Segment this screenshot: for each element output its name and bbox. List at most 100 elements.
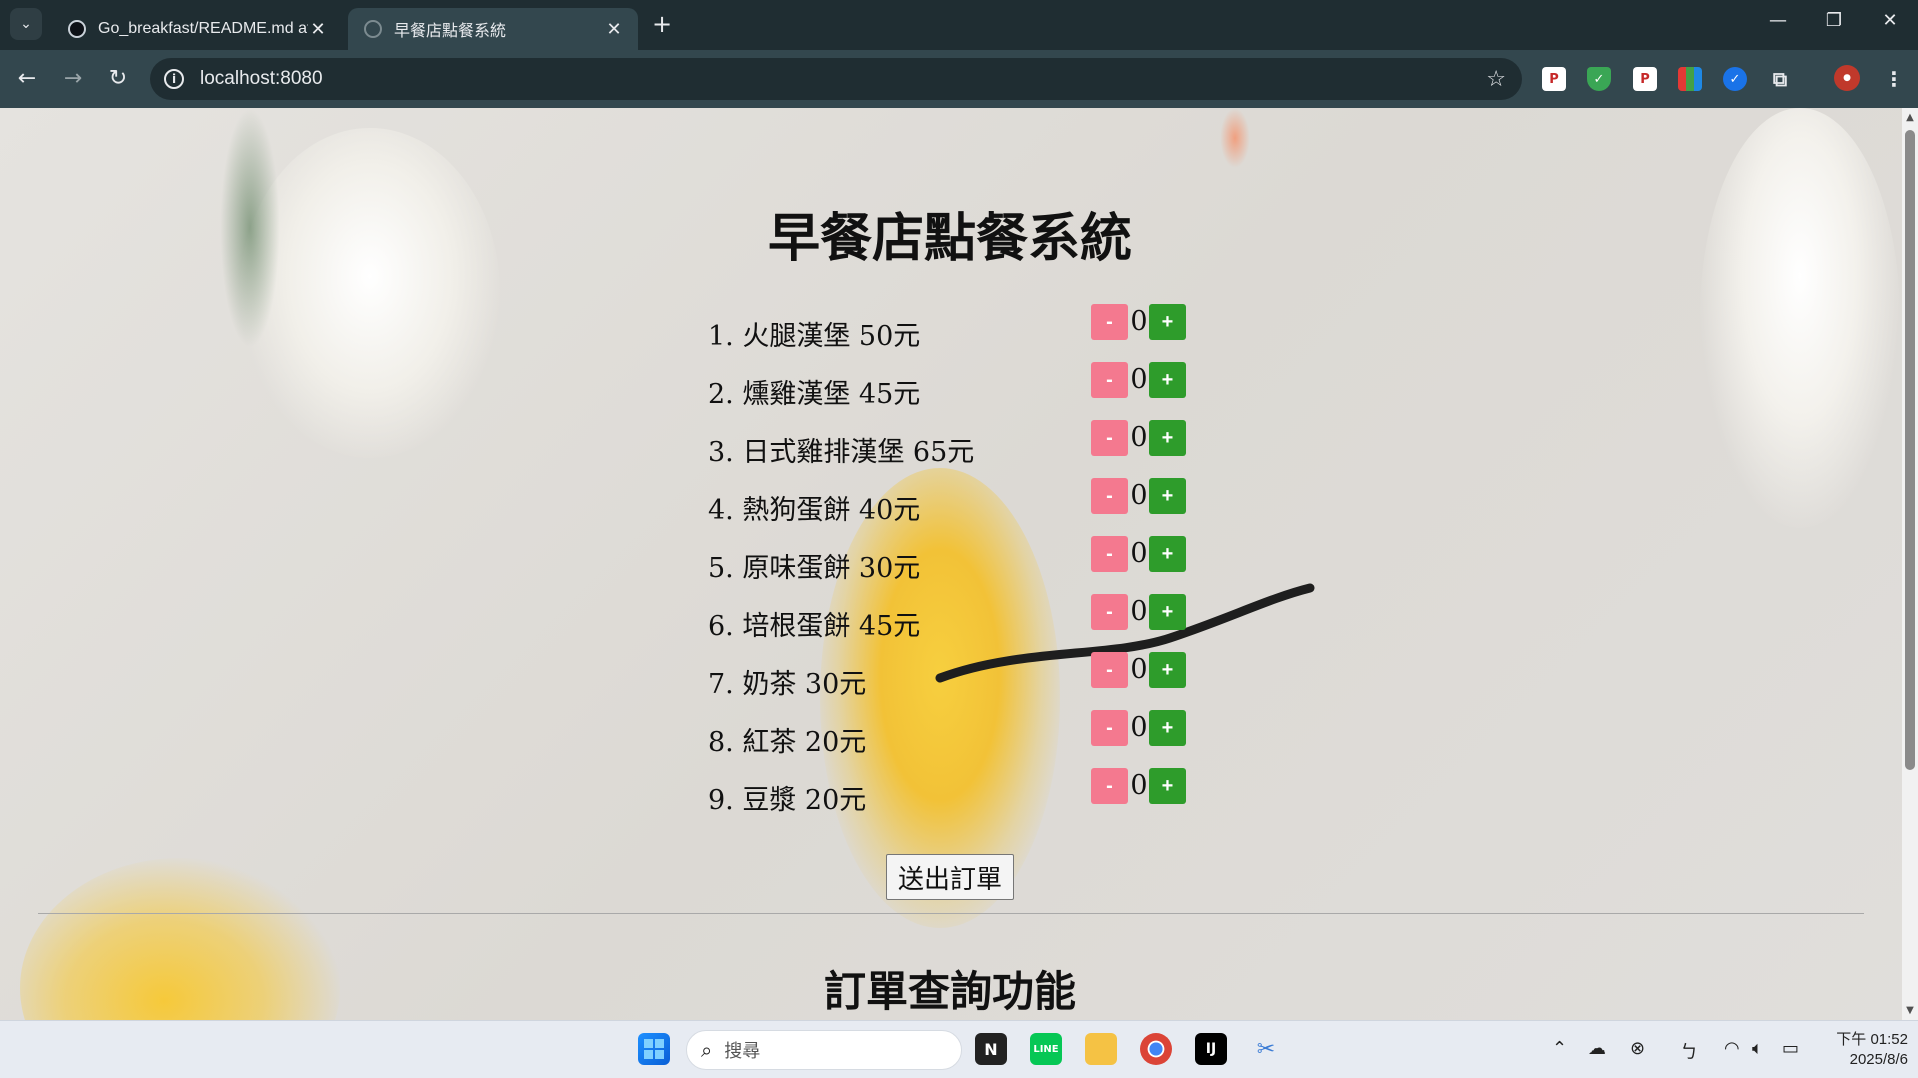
address-url: localhost:8080 [200, 68, 323, 89]
increase-button[interactable]: + [1149, 710, 1186, 746]
scrollbar[interactable]: ▲ ▼ [1902, 108, 1918, 1020]
scroll-up-icon[interactable]: ▲ [1904, 112, 1916, 123]
tab-github-readme[interactable]: Go_breakfast/README.md at ✕ [52, 8, 342, 50]
petal-decoration [1220, 108, 1250, 168]
extensions-icon[interactable]: ⧉ [1768, 67, 1792, 91]
tab-search-icon[interactable]: ⌄ [10, 8, 42, 40]
increase-button[interactable]: + [1149, 536, 1186, 572]
folder-icon[interactable] [1085, 1033, 1117, 1065]
quantity-value: 0 [1130, 480, 1148, 511]
intellij-icon[interactable]: IJ [1195, 1033, 1227, 1065]
line-icon[interactable]: LINE [1030, 1033, 1062, 1065]
volume-icon[interactable]: 🔈︎ [1752, 1038, 1763, 1059]
increase-button[interactable]: + [1149, 652, 1186, 688]
close-icon[interactable]: ✕ [604, 19, 624, 40]
increase-button[interactable]: + [1149, 594, 1186, 630]
menu-item-label: 3. 日式雞排漢堡 65元 [708, 437, 975, 468]
tab-title: 早餐店點餐系統 [394, 23, 507, 40]
tab-title: Go_breakfast/README.md at [98, 20, 308, 37]
taskbar-clock[interactable]: 下午 01:52 2025/8/6 [1818, 1030, 1908, 1070]
quantity-value: 0 [1130, 538, 1148, 569]
taskbar-search[interactable]: ⌕ 搜尋 [686, 1030, 962, 1070]
increase-button[interactable]: + [1149, 478, 1186, 514]
back-icon[interactable]: ← [12, 66, 42, 91]
scrollbar-thumb[interactable] [1905, 130, 1915, 770]
page-viewport: 早餐店點餐系統 1. 火腿漢堡 50元 - 0 + 2. 燻雞漢堡 45元 - … [0, 108, 1918, 1020]
menu-item-label: 9. 豆漿 20元 [708, 785, 867, 816]
menu-item: 9. 豆漿 20元 - 0 + [708, 768, 1208, 826]
decrease-button[interactable]: - [1091, 768, 1128, 804]
ext-color-icon[interactable] [1678, 67, 1702, 91]
close-icon[interactable]: ✕ [308, 19, 328, 40]
avatar[interactable]: ● [1834, 65, 1860, 91]
quantity-value: 0 [1130, 712, 1148, 743]
forward-icon[interactable]: → [58, 66, 88, 91]
taskbar-search-placeholder: 搜尋 [724, 1041, 761, 1062]
menu-item: 1. 火腿漢堡 50元 - 0 + [708, 304, 1208, 362]
increase-button[interactable]: + [1149, 420, 1186, 456]
menu-item-label: 1. 火腿漢堡 50元 [708, 321, 921, 352]
wifi-icon[interactable]: ◠ [1724, 1038, 1740, 1059]
tab-breakfast-system[interactable]: 早餐店點餐系統 ✕ [348, 8, 638, 50]
decrease-button[interactable]: - [1091, 536, 1128, 572]
ext-shield-icon[interactable]: ✓ [1587, 67, 1611, 91]
order-query-title: 訂單查詢功能 [823, 967, 1076, 1016]
clock-date: 2025/8/6 [1849, 1051, 1908, 1068]
x-circle-icon[interactable]: ⊗ [1630, 1038, 1645, 1059]
menu-item-label: 5. 原味蛋餅 30元 [708, 553, 921, 584]
menu-item-label: 7. 奶茶 30元 [708, 669, 867, 700]
decrease-button[interactable]: - [1091, 478, 1128, 514]
decrease-button[interactable]: - [1091, 652, 1128, 688]
windows-start-icon[interactable] [638, 1033, 670, 1065]
ext-pdf-icon[interactable]: P [1633, 67, 1657, 91]
submit-order-button[interactable]: 送出訂單 [886, 854, 1014, 900]
snipping-tool-icon[interactable]: ✂ [1250, 1033, 1282, 1065]
battery-icon[interactable]: ▭ [1782, 1038, 1799, 1059]
divider [38, 913, 1864, 914]
menu-item: 5. 原味蛋餅 30元 - 0 + [708, 536, 1208, 594]
github-icon [68, 20, 86, 38]
reload-icon[interactable]: ↻ [103, 66, 133, 91]
decrease-button[interactable]: - [1091, 420, 1128, 456]
globe-icon [364, 20, 382, 38]
quantity-value: 0 [1130, 422, 1148, 453]
quantity-value: 0 [1130, 306, 1148, 337]
ext-check-icon[interactable]: ✓ [1723, 67, 1747, 91]
ext-p-icon[interactable]: P [1542, 67, 1566, 91]
info-icon[interactable]: i [164, 69, 184, 89]
taskbar: ⌕ 搜尋 N LINE IJ ✂ ⌃ ☁ ⊗ ㄅ ◠ 🔈︎ ▭ 下午 01:52… [0, 1020, 1918, 1078]
notion-icon[interactable]: N [975, 1033, 1007, 1065]
decrease-button[interactable]: - [1091, 594, 1128, 630]
decrease-button[interactable]: - [1091, 304, 1128, 340]
menu-item-label: 8. 紅茶 20元 [708, 727, 867, 758]
increase-button[interactable]: + [1149, 362, 1186, 398]
new-tab-plus-icon[interactable]: + [652, 10, 672, 38]
cloud-icon[interactable]: ☁ [1588, 1038, 1606, 1059]
quantity-value: 0 [1130, 364, 1148, 395]
decrease-button[interactable]: - [1091, 362, 1128, 398]
menu-item: 7. 奶茶 30元 - 0 + [708, 652, 1208, 710]
restore-icon[interactable]: ❐ [1814, 10, 1854, 31]
increase-button[interactable]: + [1149, 304, 1186, 340]
tab-strip: ⌄ Go_breakfast/README.md at ✕ 早餐店點餐系統 ✕ … [0, 0, 1918, 50]
decrease-button[interactable]: - [1091, 710, 1128, 746]
increase-button[interactable]: + [1149, 768, 1186, 804]
menu-item-label: 2. 燻雞漢堡 45元 [708, 379, 921, 410]
chrome-icon[interactable] [1140, 1033, 1172, 1065]
white-flower-decoration [240, 128, 500, 458]
minimize-icon[interactable]: — [1758, 10, 1798, 31]
page-title: 早餐店點餐系統 [767, 209, 1132, 269]
quantity-value: 0 [1130, 770, 1148, 801]
menu-item-label: 6. 培根蛋餅 45元 [708, 611, 921, 642]
ime-icon[interactable]: ㄅ [1680, 1038, 1698, 1064]
chevron-up-icon[interactable]: ⌃ [1552, 1038, 1567, 1059]
menu-item: 8. 紅茶 20元 - 0 + [708, 710, 1208, 768]
window-close-icon[interactable]: ✕ [1870, 10, 1910, 31]
address-bar[interactable]: i localhost:8080 ☆ [150, 58, 1522, 100]
browser-toolbar: ← → ↻ i localhost:8080 ☆ P ✓ P ✓ ⧉ ⋮ [0, 50, 1918, 108]
scroll-down-icon[interactable]: ▼ [1904, 1005, 1916, 1016]
search-icon: ⌕ [701, 1038, 713, 1062]
menu-icon[interactable]: ⋮ [1882, 67, 1906, 91]
menu-item: 2. 燻雞漢堡 45元 - 0 + [708, 362, 1208, 420]
star-icon[interactable]: ☆ [1486, 67, 1506, 92]
